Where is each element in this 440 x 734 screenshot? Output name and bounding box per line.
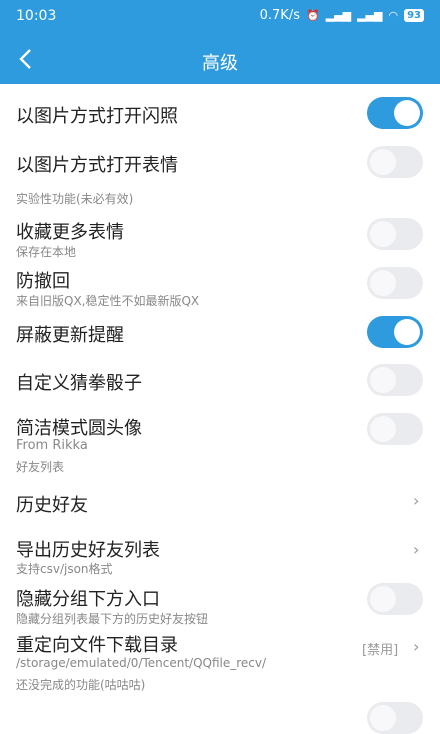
setting-subtitle: From Rikka <box>16 438 88 453</box>
setting-history-friends[interactable]: 历史好友 › <box>0 478 440 528</box>
setting-label: 导出历史好友列表 <box>16 540 160 561</box>
status-bar: 10:03 0.7K/s ⏰ ▂▄▆ ▂▄▆ ◠ 93 <box>0 0 440 34</box>
status-time: 10:03 <box>16 8 57 24</box>
setting-round-avatar[interactable]: 简洁模式圆头像 From Rikka 好友列表 <box>0 406 440 478</box>
app-bar: 高级 <box>0 34 440 84</box>
setting-subtitle: /storage/emulated/0/Tencent/QQfile_recv/ <box>16 656 267 670</box>
wifi-icon: ◠ <box>388 9 399 22</box>
setting-export-history[interactable]: 导出历史好友列表 支持csv/json格式 › <box>0 528 440 580</box>
signal-icon: ▂▄▆ <box>325 9 352 22</box>
setting-label: 重定向文件下载目录 <box>16 635 178 656</box>
chevron-right-icon: › <box>413 491 420 510</box>
setting-redirect-download[interactable]: 重定向文件下载目录 /storage/emulated/0/Tencent/QQ… <box>0 628 440 698</box>
setting-hide-group-entry[interactable]: 隐藏分组下方入口 隐藏分组列表最下方的历史好友按钮 <box>0 580 440 628</box>
setting-label: 防撤回 <box>16 271 70 292</box>
custom-dice-toggle[interactable] <box>367 364 423 396</box>
setting-subtitle: 隐藏分组列表最下方的历史好友按钮 <box>16 612 209 626</box>
setting-label: 屏蔽更新提醒 <box>16 325 124 346</box>
next-setting-toggle[interactable] <box>367 702 423 734</box>
setting-anti-recall[interactable]: 防撤回 来自旧版QX,稳定性不如最新版QX <box>0 262 440 312</box>
setting-label: 隐藏分组下方入口 <box>16 589 160 610</box>
block-update-toggle[interactable] <box>367 316 423 348</box>
status-indicators: 0.7K/s ⏰ ▂▄▆ ▂▄▆ ◠ 93 <box>260 8 424 23</box>
setting-subtitle: 保存在本地 <box>16 245 77 259</box>
setting-label: 收藏更多表情 <box>16 222 124 243</box>
signal-icon-2: ▂▄▆ <box>357 9 383 22</box>
battery-icon: 93 <box>404 9 424 22</box>
page-title: 高级 <box>202 53 238 74</box>
emoji-as-image-toggle[interactable] <box>367 146 423 178</box>
setting-subtitle: 来自旧版QX,稳定性不如最新版QX <box>16 294 200 308</box>
chevron-right-icon: › <box>413 637 420 656</box>
setting-subtitle: 支持csv/json格式 <box>16 562 113 576</box>
setting-label: 简洁模式圆头像 <box>16 418 142 439</box>
alarm-icon: ⏰ <box>305 9 320 22</box>
disabled-badge: [禁用] <box>362 643 399 658</box>
setting-label: 以图片方式打开表情 <box>16 155 178 176</box>
flash-as-image-toggle[interactable] <box>367 97 423 129</box>
chevron-right-icon: › <box>413 540 420 559</box>
setting-custom-dice[interactable]: 自定义猜拳骰子 <box>0 356 440 406</box>
hide-group-entry-toggle[interactable] <box>367 583 423 615</box>
collect-more-toggle[interactable] <box>367 218 423 250</box>
anti-recall-toggle[interactable] <box>367 267 423 299</box>
network-speed: 0.7K/s <box>259 8 300 23</box>
round-avatar-toggle[interactable] <box>367 413 423 445</box>
setting-label: 历史好友 <box>16 495 88 516</box>
setting-block-update[interactable]: 屏蔽更新提醒 <box>0 312 440 356</box>
setting-subtitle-2: 还没完成的功能(咕咕咕) <box>16 678 146 692</box>
experimental-hint: 实验性功能(未必有效) <box>16 192 134 206</box>
setting-label: 自定义猜拳骰子 <box>16 373 142 394</box>
setting-label: 以图片方式打开闪照 <box>16 106 178 127</box>
setting-flash-as-image[interactable]: 以图片方式打开闪照 <box>0 84 440 140</box>
setting-subtitle-2: 好友列表 <box>16 460 65 474</box>
setting-collect-more[interactable]: 收藏更多表情 保存在本地 <box>0 212 440 262</box>
setting-emoji-as-image[interactable]: 以图片方式打开表情 <box>0 140 440 186</box>
